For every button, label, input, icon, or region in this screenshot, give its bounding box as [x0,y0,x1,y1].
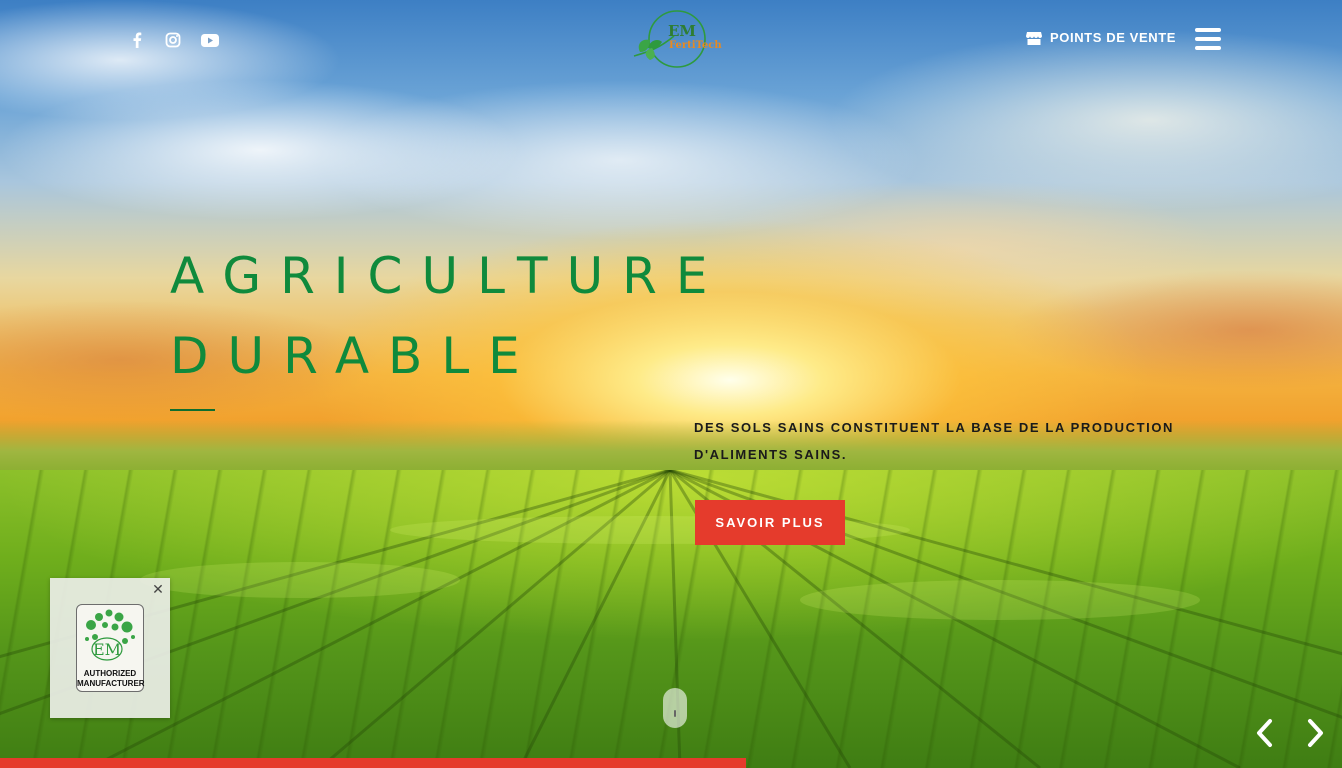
slide-progress-fill [0,758,747,768]
social-links [128,30,220,50]
em-badge-text: EM [93,640,121,659]
chevron-right-icon[interactable] [1302,716,1328,750]
hero-title-line2: DURABLE [170,327,539,385]
hamburger-icon[interactable] [1195,28,1221,50]
scroll-down-indicator[interactable] [663,688,687,728]
brand-logo[interactable]: EM FertiTech [628,8,722,72]
hero-title: AGRICULTURE DURABLE [170,236,727,396]
instagram-icon[interactable] [164,30,182,50]
store-icon [1026,31,1042,45]
facebook-icon[interactable] [128,30,146,50]
savoir-plus-button[interactable]: SAVOIR PLUS [695,500,845,545]
em-authorized-badge: ✕ EM AUTHORIZED MANUFACTURER [50,578,170,718]
slide-progress-bar [0,758,1342,768]
hero-tagline: DES SOLS SAINS CONSTITUENT LA BASE DE LA… [694,420,1175,462]
em-badge-logo: EM AUTHORIZED MANUFACTURER [76,604,145,692]
youtube-icon[interactable] [200,30,220,50]
close-icon[interactable]: ✕ [150,582,166,598]
chevron-left-icon[interactable] [1252,716,1278,750]
badge-caption: AUTHORIZED MANUFACTURER [77,669,145,689]
logo-fertitech: FertiTech [669,40,722,51]
hero-title-line1: AGRICULTURE [170,247,727,305]
em-dots-logo-icon: EM [85,609,135,661]
badge-caption-line2: MANUFACTURER [77,679,145,688]
logo-em: EM [668,22,697,40]
points-de-vente-link[interactable]: POINTS DE VENTE [1026,30,1176,45]
points-de-vente-label: POINTS DE VENTE [1050,30,1177,45]
badge-caption-line1: AUTHORIZED [83,669,137,678]
title-divider [170,409,215,411]
